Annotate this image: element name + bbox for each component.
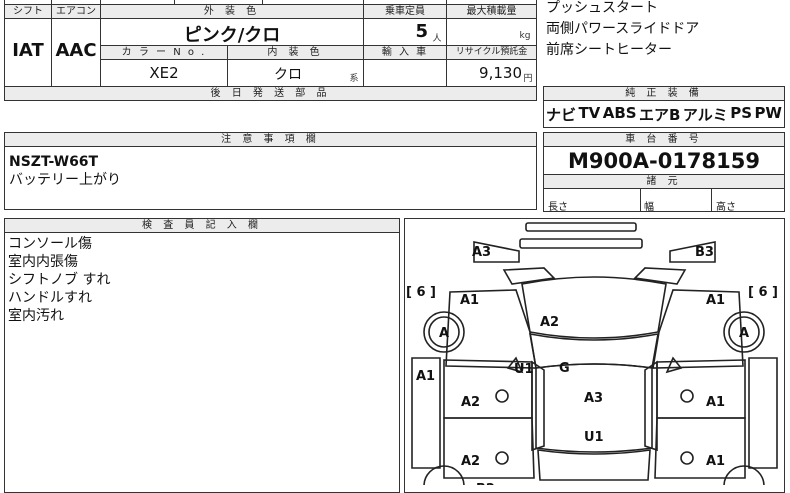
- options-list: プッシュスタート 両側パワースライドドア 前席シートヒーター: [546, 0, 699, 61]
- spec-header: 諸 元: [544, 175, 784, 188]
- windshield: [529, 333, 659, 369]
- mark-front-left-corner: A3: [472, 245, 491, 260]
- capacity-value: 5: [415, 21, 428, 42]
- interior-color-value: クロ: [274, 67, 302, 83]
- exterior-color-value: ピンク/クロ: [183, 25, 281, 46]
- capacity-header: 乗車定員: [364, 5, 446, 18]
- mark-roof-rear: U1: [584, 430, 604, 445]
- option-line: 両側パワースライドドア: [546, 21, 700, 37]
- mark-left-front-door: A2: [461, 395, 480, 410]
- later-parts-header: 後 日 発 送 部 品: [5, 87, 536, 100]
- right-rocker: [748, 357, 778, 469]
- front-bumper-top: [525, 222, 637, 232]
- wheel-rear-right: [723, 465, 765, 485]
- option-line: 前席シートヒーター: [546, 42, 672, 58]
- note-line: バッテリー上がり: [9, 172, 121, 188]
- length-label: 長さ: [548, 202, 568, 213]
- right-front-door: [656, 359, 746, 419]
- genuine-item: PW: [754, 104, 782, 122]
- left-rear-door: [443, 417, 535, 479]
- inspector-notes: コンソール傷 室内内張傷 シフトノブ すれ ハンドルすれ 室内汚れ: [8, 235, 110, 325]
- interior-suffix: 系: [349, 74, 359, 84]
- inspector-line: ハンドルすれ: [8, 290, 92, 306]
- aircon-value: AAC: [55, 40, 97, 61]
- right-rear-door: [654, 417, 746, 479]
- mark-roof: A3: [584, 391, 603, 406]
- inspector-line: 室内汚れ: [8, 308, 64, 324]
- genuine-item: エアB: [639, 106, 681, 124]
- mark-front-right-corner: B3: [695, 245, 714, 260]
- mark-hood: A2: [540, 315, 559, 330]
- recycle-header: リサイクル預託金: [447, 46, 536, 59]
- mark-left-rocker: A1: [416, 369, 435, 384]
- mark-left-pillar: U1: [514, 362, 534, 377]
- left-pillar: [531, 360, 545, 452]
- genuine-item: PS: [730, 104, 752, 122]
- mark-windshield: G: [559, 361, 570, 376]
- right-pillar: [644, 360, 658, 452]
- mark-right-fender: A1: [706, 293, 725, 308]
- notes-text: NSZT-W66T バッテリー上がり: [9, 153, 121, 189]
- shift-value: IAT: [12, 40, 44, 61]
- load-unit: kg: [519, 31, 531, 41]
- inspector-line: シフトノブ すれ: [8, 272, 111, 288]
- mark-right-rear-door: A1: [706, 454, 725, 469]
- genuine-item: TV: [578, 104, 601, 122]
- max-load-header: 最大積載量: [447, 5, 536, 18]
- mark-wheel-front-left: A: [439, 326, 449, 341]
- genuine-item: ナビ: [546, 106, 577, 124]
- notes-header: 注 意 事 項 欄: [5, 133, 536, 146]
- color-no-header: カ ラ ー N o .: [101, 46, 227, 59]
- genuine-item: アルミ: [682, 106, 728, 124]
- exterior-color-header: 外 装 色: [101, 5, 363, 18]
- mark-left-rear-door: A2: [461, 454, 480, 469]
- handle-fl: [495, 389, 509, 403]
- inspector-line: コンソール傷: [8, 236, 92, 252]
- recycle-amount: 9,130: [479, 64, 522, 82]
- mark-right-front-door: A1: [706, 395, 725, 410]
- aircon-header: エアコン: [52, 5, 100, 18]
- genuine-items: ナビ TV ABS エアB アルミ PS PW: [546, 104, 782, 125]
- note-line: NSZT-W66T: [9, 154, 99, 170]
- shift-header: シフト: [5, 5, 51, 18]
- rear-glass: [537, 449, 651, 481]
- height-label: 高さ: [716, 202, 736, 213]
- capacity-unit: 人: [432, 34, 442, 44]
- front-bumper: [519, 238, 643, 249]
- headlight-right: [633, 267, 687, 285]
- import-header: 輸 入 車: [364, 46, 446, 59]
- car-diagram: [ 6 ] [ 6 ] A3 B3 A1 A1 A A A2 A1 U1 G A…: [406, 222, 778, 485]
- handle-fr: [680, 389, 694, 403]
- handle-rr: [680, 451, 694, 465]
- mark-left-fender: A1: [460, 293, 479, 308]
- genuine-equipment-header: 純 正 装 備: [544, 87, 784, 100]
- tire-left-label: [ 6 ]: [406, 285, 436, 300]
- inspector-header: 検 査 員 記 入 欄: [5, 219, 399, 232]
- interior-color-header: 内 装 色: [228, 46, 363, 59]
- mirror-right: [665, 356, 683, 374]
- color-no-value: XE2: [149, 64, 179, 82]
- recycle-unit: 円: [523, 74, 533, 84]
- width-label: 幅: [644, 202, 654, 213]
- chassis-header: 車 台 番 号: [544, 133, 784, 146]
- option-line: プッシュスタート: [546, 0, 658, 16]
- headlight-left: [502, 267, 556, 285]
- chassis-number: M900A-0178159: [568, 149, 760, 173]
- genuine-item: ABS: [602, 104, 637, 122]
- mark-wheel-front-right: A: [739, 326, 749, 341]
- inspector-line: 室内内張傷: [8, 254, 78, 270]
- handle-rl: [495, 451, 509, 465]
- tire-right-label: [ 6 ]: [748, 285, 778, 300]
